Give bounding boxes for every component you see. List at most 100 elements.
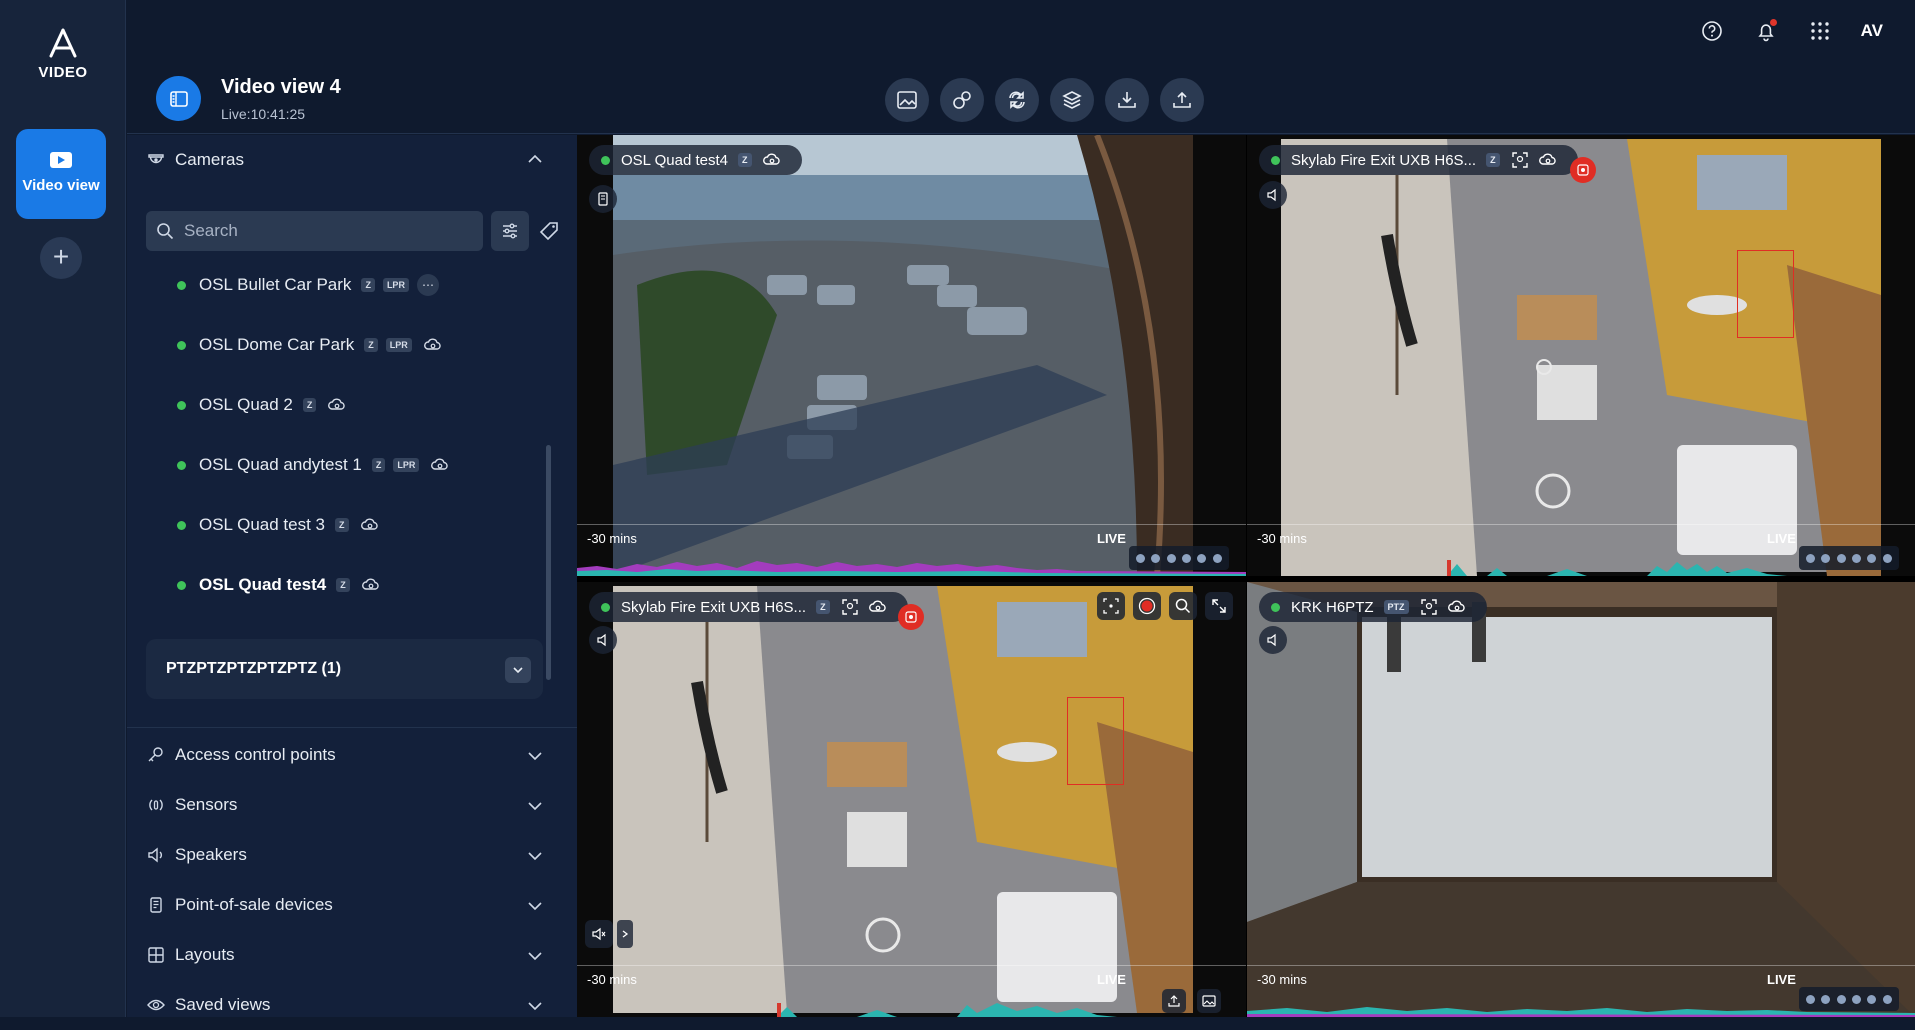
sidebar-scrollbar[interactable] [546,445,551,680]
app-rail: VIDEO Video view + [0,0,126,1017]
cloud-icon[interactable] [429,454,451,476]
chevron-down-icon [528,902,542,911]
snapshot-tile-button[interactable] [1197,989,1221,1013]
recording-alert-icon[interactable] [898,604,924,630]
repeat-icon [1009,91,1025,109]
more-options-icon[interactable]: ⋯ [416,274,439,296]
sidebar-section-label: Saved views [175,995,271,1014]
pos-device-button[interactable] [589,185,617,213]
view-panel-toggle-button[interactable] [156,76,201,121]
select-region-button[interactable] [1097,592,1125,620]
cameras-section-header[interactable]: Cameras [127,135,577,185]
camera-name: OSL Quad test 3 [199,515,325,534]
tile-timeline[interactable]: -30 mins LIVE [1247,955,1915,1017]
resource-sidebar: Cameras OSL Bullet Car Park Z LPR ⋯ OSL Dome… [127,135,577,1017]
chevron-down-icon [528,802,542,811]
sidebar-section-saved-views[interactable]: Saved views [127,980,577,1030]
cloud-icon[interactable] [868,597,888,617]
expand-panel-button[interactable] [617,920,633,948]
camera-list-item[interactable]: OSL Quad test 3 Z [177,510,381,540]
add-view-button[interactable]: + [40,237,82,279]
notifications-bell-icon[interactable] [1753,18,1779,44]
chevron-down-icon[interactable] [505,657,531,683]
sidebar-section-sensors[interactable]: Sensors [127,780,577,830]
speaker-icon [597,633,606,647]
camera-list-item[interactable]: OSL Bullet Car Park Z LPR ⋯ [177,270,439,300]
sliders-icon [503,223,517,239]
speaker-button[interactable] [1259,626,1287,654]
video-tile-2[interactable]: Skylab Fire Exit UXB H6S... Z -30 mins L… [1247,135,1915,576]
cloud-icon[interactable] [1538,150,1558,170]
timeline-axis [1247,524,1915,525]
tile-camera-bar: Skylab Fire Exit UXB H6S... Z [1259,145,1578,175]
sidebar-section-speakers[interactable]: Speakers [127,830,577,880]
speaker-button[interactable] [1259,181,1287,209]
sidebar-section-point-of-sale-devices[interactable]: Point-of-sale devices [127,880,577,930]
tile-badge: Z [816,600,830,614]
tile-timeline[interactable]: -30 mins LIVE [1247,514,1915,576]
tag-filter-button[interactable] [534,213,564,249]
notification-dot [1769,19,1777,26]
filter-button[interactable] [491,211,529,251]
sensor-icon [145,794,167,816]
camera-badge: Z [361,278,375,292]
timeline-filter-icons[interactable] [1129,546,1229,570]
brand-text: VIDEO [38,64,88,81]
tile-timeline[interactable]: -30 mins LIVE [577,514,1246,576]
search-input[interactable] [184,221,464,241]
cloud-icon[interactable] [360,574,382,596]
camera-list-item[interactable]: OSL Quad 2 Z [177,390,348,420]
search-icon [157,223,174,240]
layers-button[interactable] [1050,78,1094,122]
mute-button[interactable] [585,920,613,948]
tile-camera-bar: OSL Quad test4 Z [589,145,802,175]
camera-list-item[interactable]: OSL Quad test4 Z [177,570,382,600]
video-tile-1[interactable]: OSL Quad test4 Z -30 mins LIVE [577,135,1246,576]
recording-alert-icon[interactable] [1570,157,1596,183]
face-scan-icon[interactable] [1510,150,1530,170]
download-button[interactable] [1105,78,1149,122]
analytics-button[interactable] [940,78,984,122]
brand[interactable]: VIDEO [0,28,126,81]
tile-badge: PTZ [1383,600,1409,614]
sidebar-section-layouts[interactable]: Layouts [127,930,577,980]
apps-grid-icon[interactable] [1807,18,1833,44]
cloud-icon[interactable] [762,150,782,170]
timeline-range-label: -30 mins [587,531,637,546]
cloud-icon[interactable] [359,514,381,536]
face-scan-icon[interactable] [1419,597,1439,617]
rail-video-view-button[interactable]: Video view [16,129,106,219]
cloud-icon[interactable] [326,394,348,416]
face-scan-icon[interactable] [840,597,860,617]
speaker-button[interactable] [589,626,617,654]
tile-camera-bar: Skylab Fire Exit UXB H6S... Z [589,592,908,622]
sidebar-section-label: Access control points [175,745,336,764]
zoom-button[interactable] [1169,592,1197,620]
share-export-button[interactable] [1160,78,1204,122]
timeline-filter-icons[interactable] [1799,987,1899,1011]
expand-button[interactable] [1205,592,1233,620]
export-clip-button[interactable] [1162,989,1186,1013]
camera-group-ptz[interactable]: PTZPTZPTZPTZPTZ (1) [146,639,543,699]
user-avatar[interactable]: AV [1861,18,1883,44]
record-button[interactable] [1133,592,1161,620]
sidebar-section-access-control-points[interactable]: Access control points [127,730,577,780]
camera-feed-image [1247,135,1915,576]
snapshot-button[interactable] [885,78,929,122]
camera-list-item[interactable]: OSL Dome Car Park Z LPR [177,330,444,360]
timeline-range-label: -30 mins [587,972,637,987]
timeline-filter-icons[interactable] [1799,546,1899,570]
camera-list-item[interactable]: OSL Quad andytest 1 Z LPR [177,450,451,480]
video-tile-4[interactable]: KRK H6PTZ PTZ -30 mins LIVE [1247,582,1915,1017]
camera-name: OSL Dome Car Park [199,335,355,354]
camera-search-box [146,211,483,251]
layers-icon [1062,91,1082,109]
live-label: LIVE [1767,531,1796,546]
cloud-icon[interactable] [1447,597,1467,617]
cloud-icon[interactable] [422,334,444,356]
cycle-button[interactable] [995,78,1039,122]
tile-timeline[interactable]: -30 mins LIVE [577,955,1246,1017]
chevron-down-icon [528,752,542,761]
video-tile-3[interactable]: Skylab Fire Exit UXB H6S... Z -30 mins L… [577,582,1246,1017]
help-icon[interactable] [1699,18,1725,44]
